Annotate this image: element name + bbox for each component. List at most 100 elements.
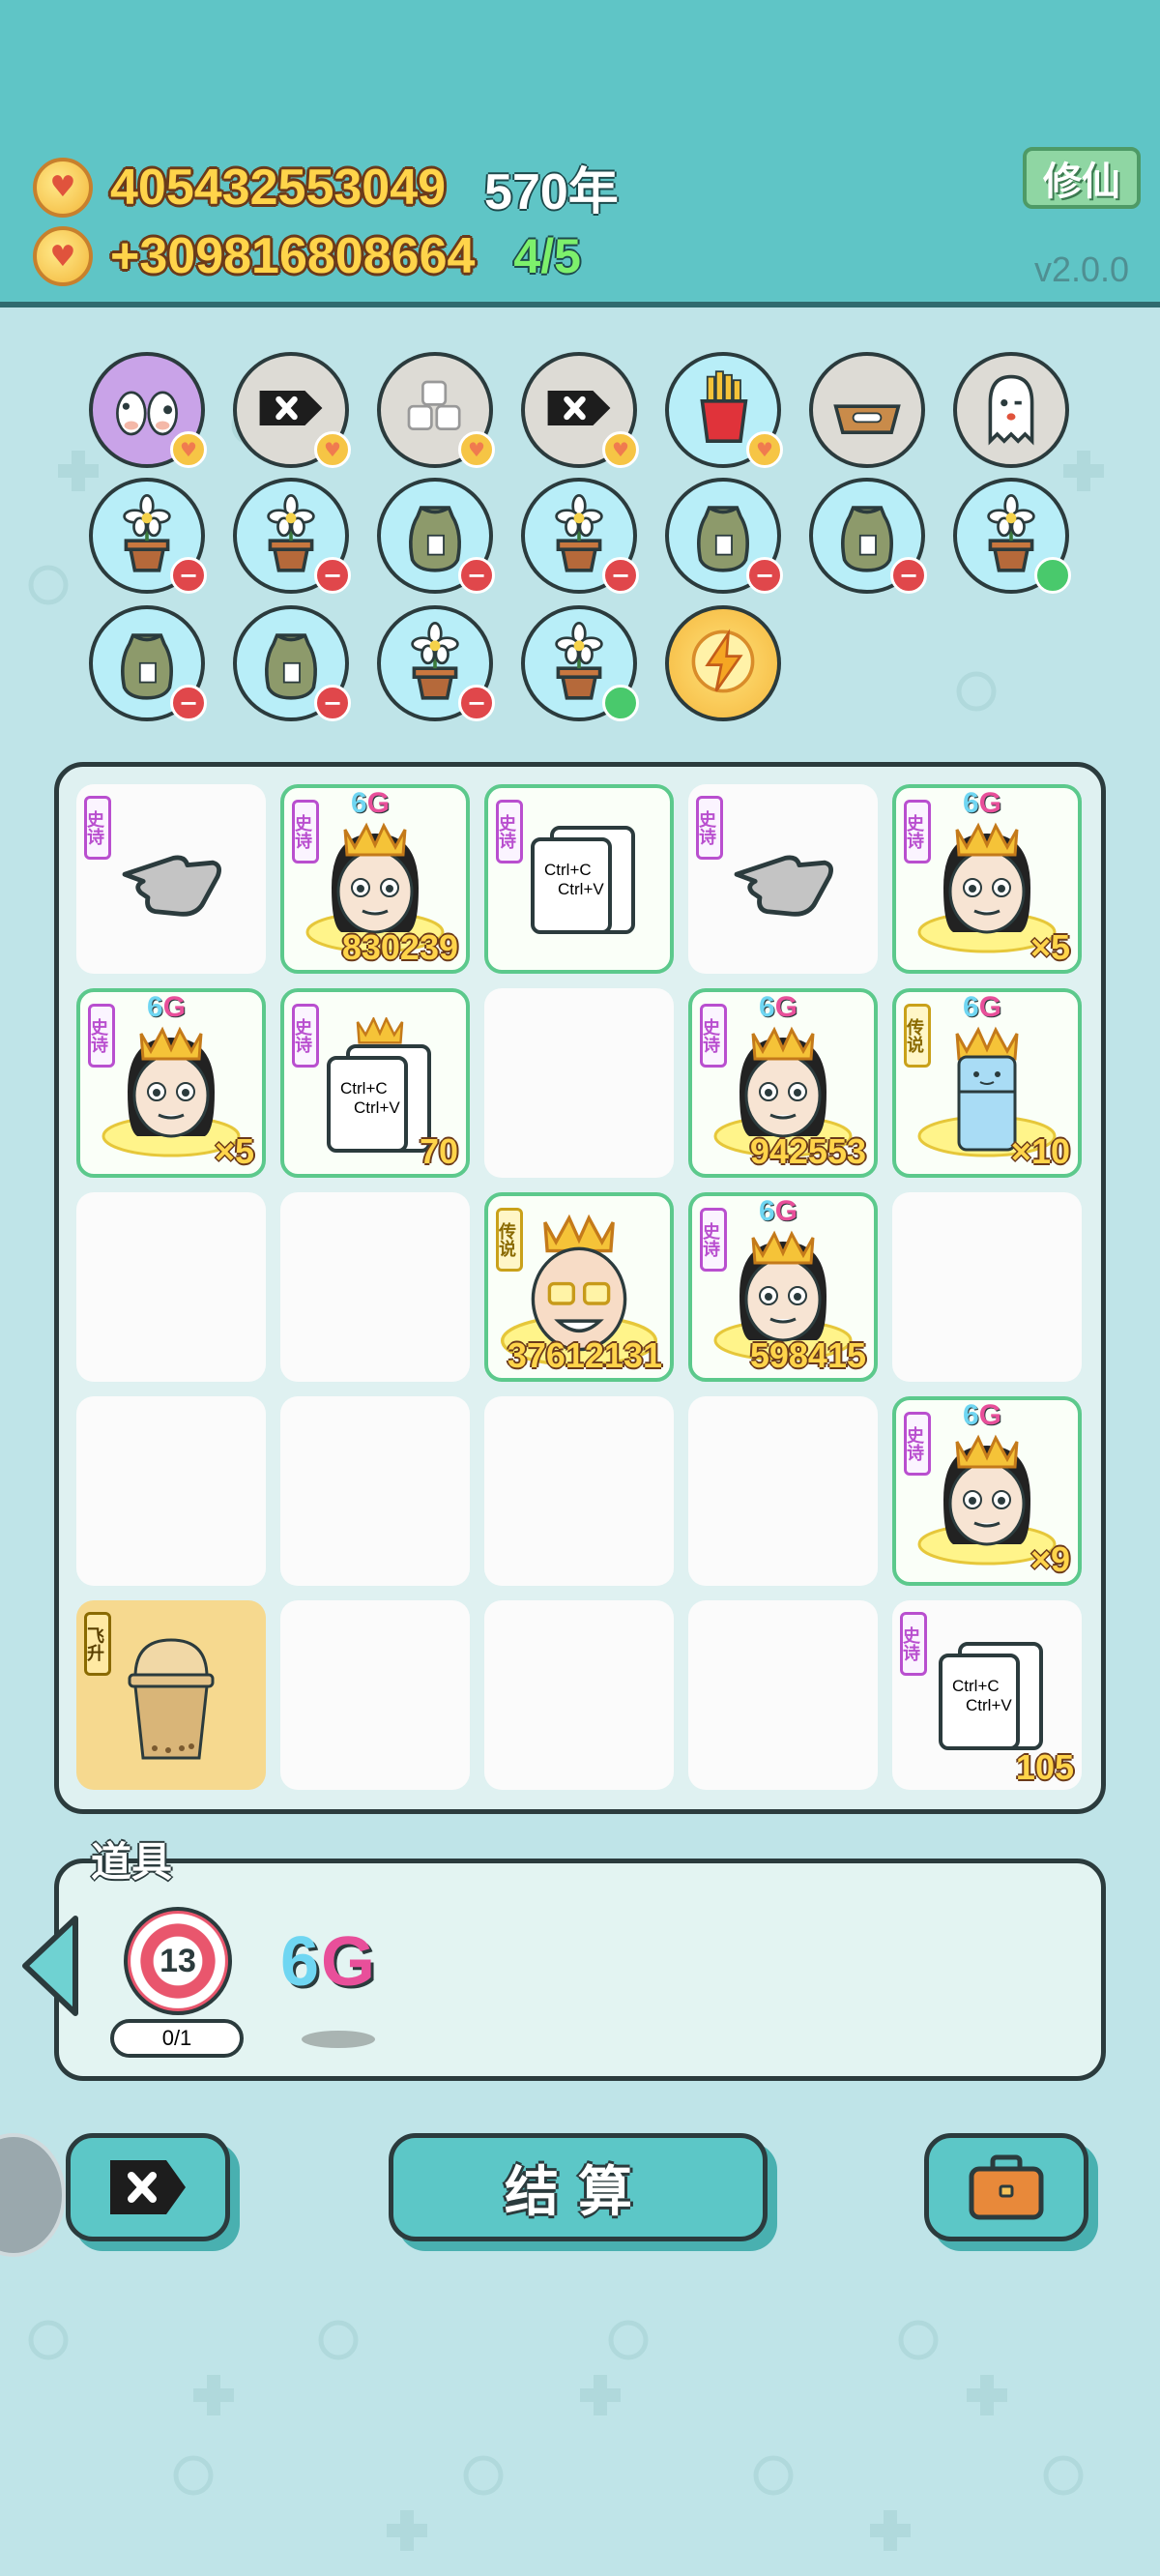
- remove-button[interactable]: [66, 2133, 230, 2241]
- slot-item[interactable]: [953, 352, 1069, 468]
- slot-item[interactable]: [665, 605, 781, 721]
- remove-badge-icon: −: [602, 557, 639, 594]
- cell-value: 942553: [749, 1131, 866, 1171]
- remove-badge-icon: −: [890, 557, 927, 594]
- board-cell-item[interactable]: 传说 37612131: [484, 1192, 674, 1382]
- board-cell-item[interactable]: 6G 史诗 598415: [688, 1192, 878, 1382]
- xiuxian-button[interactable]: 修仙: [1023, 147, 1141, 209]
- remove-badge-icon: −: [458, 685, 495, 721]
- cell-value: 105: [1015, 1747, 1074, 1787]
- slot-item[interactable]: −: [89, 605, 207, 721]
- sixg-prop-digit: 6: [280, 1923, 322, 2001]
- sixg-prop-shadow: [302, 2031, 375, 2048]
- slot-item[interactable]: −: [233, 478, 351, 594]
- board-cell-empty[interactable]: [280, 1192, 470, 1382]
- slot-item[interactable]: [953, 478, 1071, 594]
- slot-item[interactable]: −: [665, 478, 783, 594]
- board-cell-empty[interactable]: [688, 1396, 878, 1586]
- slot-item[interactable]: ♥: [89, 352, 207, 468]
- settle-button[interactable]: 结算: [389, 2133, 768, 2241]
- coin-heart-icon: ♥: [33, 157, 93, 218]
- rarity-tag: 史诗: [700, 1208, 727, 1272]
- merge-board: 史诗 6G 史诗 830239 Ctrl+C Ctrl+V 史诗 史诗 6G 史诗 ×5 6G 史诗 ×5…: [54, 762, 1106, 1814]
- cell-value: 37612131: [507, 1335, 662, 1375]
- board-cell-item[interactable]: Ctrl+C Ctrl+V 史诗 70: [280, 988, 470, 1178]
- income-row: ♥ +309816808664 4/5: [33, 226, 581, 286]
- slot-item[interactable]: [809, 352, 925, 468]
- remove-badge-icon: −: [314, 557, 351, 594]
- board-cell-item[interactable]: 史诗: [76, 784, 266, 974]
- elapsed-years: 570年: [484, 164, 619, 220]
- board-cell-item[interactable]: 飞升: [76, 1600, 266, 1790]
- heart-badge-icon: ♥: [602, 431, 639, 468]
- coins-total: 405432553049: [110, 159, 447, 216]
- ctrl-c-text: Ctrl+C: [952, 1677, 1000, 1695]
- board-cell-empty[interactable]: [484, 1396, 674, 1586]
- cell-value: 598415: [749, 1335, 866, 1375]
- ctrl-v-text: Ctrl+V: [558, 880, 604, 898]
- board-cell-empty[interactable]: [892, 1192, 1082, 1382]
- slot-item[interactable]: ♥: [233, 352, 351, 468]
- board-cell-item[interactable]: 6G 史诗 ×9: [892, 1396, 1082, 1586]
- board-cell-item[interactable]: 6G 史诗 942553: [688, 988, 878, 1178]
- rarity-tag: 史诗: [904, 1412, 931, 1476]
- lightning-icon: [680, 618, 767, 709]
- briefcase-icon: [969, 2154, 1044, 2220]
- rarity-tag: 史诗: [700, 1004, 727, 1068]
- ctrl-c-text: Ctrl+C: [544, 861, 592, 879]
- slot-item[interactable]: −: [521, 478, 639, 594]
- income-value: +309816808664: [110, 228, 476, 284]
- board-cell-empty[interactable]: [688, 1600, 878, 1790]
- slot-item[interactable]: ♥: [521, 352, 639, 468]
- cell-value: 830239: [341, 927, 458, 967]
- slot-item[interactable]: −: [89, 478, 207, 594]
- remove-badge-icon: −: [746, 557, 783, 594]
- remove-badge-icon: −: [314, 685, 351, 721]
- slot-item[interactable]: −: [809, 478, 927, 594]
- board-cell-item[interactable]: Ctrl+C Ctrl+V 史诗: [484, 784, 674, 974]
- rarity-tag: 史诗: [84, 796, 111, 860]
- board-cell-item[interactable]: 6G 史诗 830239: [280, 784, 470, 974]
- heart-badge-icon: ♥: [746, 431, 783, 468]
- ctrl-v-text: Ctrl+V: [354, 1098, 400, 1117]
- target-prop-icon[interactable]: 13: [124, 1907, 232, 2015]
- cell-value: ×10: [1010, 1131, 1070, 1171]
- board-cell-empty[interactable]: [484, 1600, 674, 1790]
- slot-item[interactable]: [521, 605, 639, 721]
- rarity-tag: 史诗: [904, 800, 931, 864]
- board-cell-empty[interactable]: [76, 1396, 266, 1586]
- rarity-tag: 史诗: [900, 1612, 927, 1676]
- slot-item[interactable]: ♥: [665, 352, 783, 468]
- slot-item[interactable]: ♥: [377, 352, 495, 468]
- top-status-bar: ♥ 405432553049 570年 ♥ +309816808664 4/5 …: [0, 0, 1160, 307]
- sixg-prop[interactable]: 6G: [280, 1922, 377, 2002]
- slot-item[interactable]: −: [377, 605, 495, 721]
- board-cell-empty[interactable]: [484, 988, 674, 1178]
- active-dot-icon: [602, 685, 639, 721]
- rarity-tag: 传说: [496, 1208, 523, 1272]
- board-cell-item[interactable]: 6G 史诗 ×5: [892, 784, 1082, 974]
- board-cell-empty[interactable]: [76, 1192, 266, 1382]
- board-cell-item[interactable]: 6G 传说 ×10: [892, 988, 1082, 1178]
- active-dot-icon: [1034, 557, 1071, 594]
- version-label: v2.0.0: [1034, 249, 1130, 289]
- board-cell-item[interactable]: 6G 史诗 ×5: [76, 988, 266, 1178]
- rarity-tag: 史诗: [696, 796, 723, 860]
- rarity-tag: 传说: [904, 1004, 931, 1068]
- ctrl-c-text: Ctrl+C: [340, 1079, 388, 1098]
- rarity-tag: 飞升: [84, 1612, 111, 1676]
- target-prop-number: 13: [160, 1942, 196, 1979]
- settle-label: 结算: [505, 2160, 652, 2224]
- pet-bowl-icon: [824, 365, 911, 455]
- slot-item[interactable]: −: [233, 605, 351, 721]
- coin-heart-icon: ♥: [33, 226, 93, 286]
- ghost-icon: [968, 365, 1055, 455]
- cell-value: ×9: [1030, 1539, 1070, 1579]
- board-cell-item[interactable]: 史诗: [688, 784, 878, 974]
- left-arrow-icon[interactable]: [17, 1913, 85, 2019]
- slot-item[interactable]: −: [377, 478, 495, 594]
- inventory-button[interactable]: [924, 2133, 1088, 2241]
- board-cell-item[interactable]: Ctrl+C Ctrl+V 史诗 105: [892, 1600, 1082, 1790]
- board-cell-empty[interactable]: [280, 1600, 470, 1790]
- board-cell-empty[interactable]: [280, 1396, 470, 1586]
